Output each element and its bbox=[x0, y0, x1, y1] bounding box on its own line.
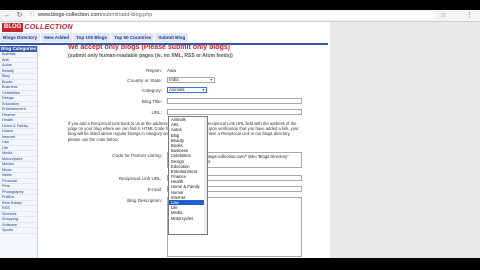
info-icon: ⓘ bbox=[29, 12, 35, 18]
page-heading: We accept only blogs (Please submit only… bbox=[68, 44, 231, 51]
country-select-value: India bbox=[169, 77, 179, 82]
site-nav: Blogs Directory New Added Top 100 Blogs Top… bbox=[0, 33, 190, 42]
region-label: Region: bbox=[146, 68, 162, 73]
chevron-down-icon: ▼ bbox=[201, 88, 205, 92]
browser-menu-icon[interactable]: ⋮ bbox=[466, 11, 473, 20]
sidebar-list: Animals Arts Autos Beauty Blog Books Business C… bbox=[0, 52, 37, 234]
partner-listing-label: Code for Partner Listing: bbox=[112, 153, 162, 158]
blog-description-label: Blog Description: bbox=[127, 198, 162, 203]
url-domain: www.blogs-collection.com bbox=[38, 12, 101, 18]
category-select[interactable]: Animals ▼ bbox=[167, 87, 207, 93]
right-empty-area bbox=[330, 22, 480, 258]
category-label: Category: bbox=[142, 88, 162, 93]
url-input[interactable] bbox=[167, 109, 302, 115]
url-path: /submit/add-blog.php bbox=[100, 12, 153, 18]
logo-text: COLLECTION bbox=[24, 24, 73, 31]
category-select-value: Animals bbox=[169, 87, 185, 92]
dropdown-scrollbar[interactable] bbox=[204, 117, 207, 234]
blog-title-label: Blog Title: bbox=[141, 99, 162, 104]
email-label: E-mail: bbox=[147, 187, 162, 192]
region-value: Asia bbox=[167, 68, 176, 73]
bottom-bar bbox=[0, 258, 480, 270]
bookmark-star-icon[interactable]: ☆ bbox=[440, 11, 446, 20]
page-subheading: (submit only human-readable pages (ie. n… bbox=[68, 53, 233, 59]
logo-badge: BLOG bbox=[2, 23, 24, 32]
reload-icon[interactable]: ↻ bbox=[15, 11, 24, 20]
site-header: BLOG COLLECTION Blogs Directory New Added… bbox=[0, 22, 328, 46]
nav-tab-top-100-blogs[interactable]: Top 100 Blogs bbox=[73, 33, 112, 42]
category-dropdown-list[interactable]: Animals Arts Autos Blog Beauty Books Business C… bbox=[168, 116, 208, 235]
back-icon[interactable]: ← bbox=[3, 11, 12, 20]
nav-tab-submit-blog[interactable]: Submit Blog bbox=[155, 33, 190, 42]
web-page: BLOG COLLECTION Blogs Directory New Added… bbox=[0, 22, 480, 258]
country-label: Country or State: bbox=[127, 78, 162, 83]
country-select[interactable]: India ▼ bbox=[167, 77, 215, 83]
site-logo[interactable]: BLOG COLLECTION bbox=[2, 23, 73, 32]
reciprocal-url-label: Reciprocal Link URL: bbox=[118, 176, 162, 181]
nav-tab-top-50-countries[interactable]: Top 50 Countries bbox=[111, 33, 156, 42]
screen: ← ↻ ⓘ www.blogs-collection.com/submit/ad… bbox=[0, 0, 480, 270]
browser-toolbar: ← ↻ ⓘ www.blogs-collection.com/submit/ad… bbox=[0, 10, 480, 22]
url-label: URL: bbox=[151, 110, 162, 115]
blog-title-input[interactable] bbox=[167, 98, 302, 104]
address-bar[interactable]: ⓘ www.blogs-collection.com/submit/add-bl… bbox=[26, 11, 436, 20]
chevron-down-icon: ▼ bbox=[209, 78, 213, 82]
dropdown-option[interactable]: Motorcycles bbox=[169, 216, 207, 221]
nav-tab-blogs-directory[interactable]: Blogs Directory bbox=[0, 33, 42, 42]
dropdown-options: Animals Arts Autos Blog Beauty Books Business C… bbox=[169, 117, 207, 221]
category-sidebar: Blog Categories Animals Arts Autos Beauty Bl… bbox=[0, 46, 38, 258]
sidebar-item-sports[interactable]: Sports bbox=[0, 228, 37, 234]
nav-tab-new-added[interactable]: New Added bbox=[41, 33, 74, 42]
